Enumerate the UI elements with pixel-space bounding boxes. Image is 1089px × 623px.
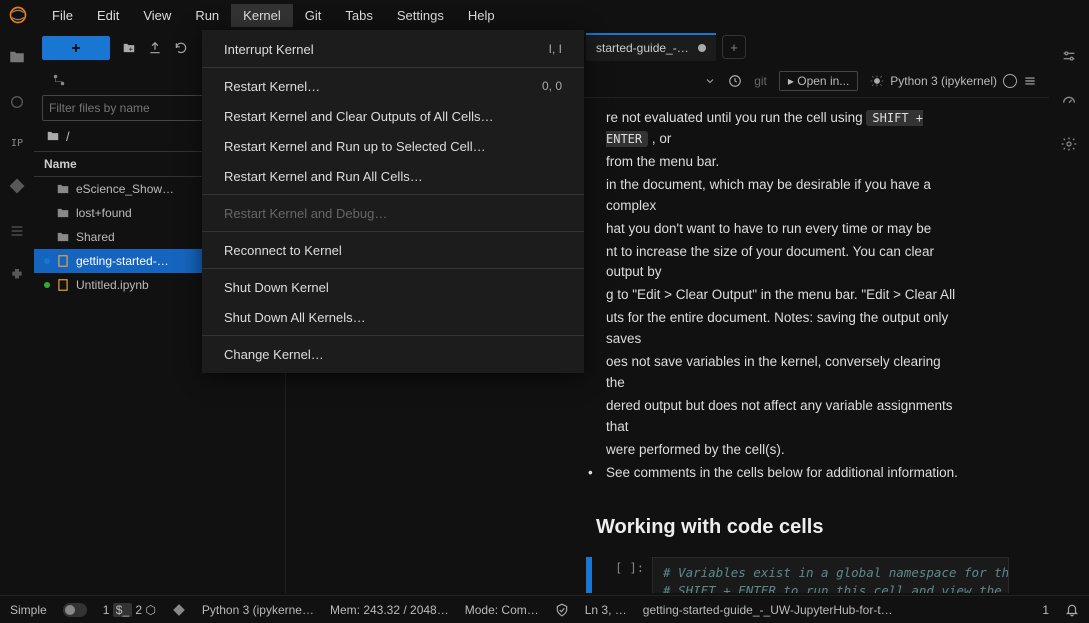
gauge-icon[interactable] [1061,92,1077,108]
main-menu: FileEditViewRunKernelGitTabsSettingsHelp [40,4,507,27]
bell-icon[interactable] [1065,603,1079,617]
menu-icon[interactable] [1023,74,1037,88]
chevron-down-icon[interactable] [704,75,716,87]
git-icon[interactable] [8,177,26,195]
new-folder-icon[interactable] [122,41,136,55]
new-tab-button[interactable]: + [722,35,746,59]
activity-bar-right [1049,30,1089,593]
gear-icon[interactable] [1061,136,1077,152]
notebook-tab[interactable]: started-guide_-_U [586,33,716,61]
menu-edit[interactable]: Edit [85,4,131,27]
kernel-menu-item[interactable]: Restart Kernel and Run up to Selected Ce… [202,131,584,161]
line-col[interactable]: Ln 3, … [585,603,627,617]
git-label[interactable]: git [754,74,767,88]
kernel-menu-item[interactable]: Interrupt KernelI, I [202,34,584,64]
extensions-icon[interactable] [9,267,25,283]
memory-status: Mem: 243.32 / 2048… [330,603,449,617]
file-path: getting-started-guide_-_UW-JupyterHub-fo… [643,603,893,617]
menu-view[interactable]: View [131,4,183,27]
git-branch-icon[interactable] [52,73,66,87]
notification-count[interactable]: 1 [1042,603,1049,617]
kernel-menu-item: Restart Kernel and Debug… [202,198,584,228]
kernel-menu-item[interactable]: Change Kernel… [202,339,584,369]
kernel-menu-item[interactable]: Restart Kernel…0, 0 [202,71,584,101]
jupyter-logo-icon [8,5,28,25]
git-status-icon[interactable] [172,603,186,617]
code-cell[interactable]: [ ]:# Variables exist in a global namesp… [586,557,1009,593]
upload-icon[interactable] [148,41,162,55]
mode-status: Mode: Com… [465,603,539,617]
menu-kernel[interactable]: Kernel [231,4,293,27]
refresh-icon[interactable] [174,41,188,55]
clock-icon[interactable] [728,74,742,88]
folder-icon[interactable] [8,48,26,66]
simple-toggle[interactable] [63,603,87,617]
shield-icon[interactable] [555,603,569,617]
code-cells: [ ]:# Variables exist in a global namesp… [286,557,1009,593]
simple-toggle-label: Simple [10,603,47,617]
kernel-status[interactable]: Python 3 (ipykerne… [202,603,314,617]
kernel-menu-item[interactable]: Shut Down Kernel [202,272,584,302]
ip-icon[interactable]: IP [11,138,23,149]
list-icon[interactable] [9,223,25,239]
status-bar: Simple 1 $_ 2 ⬡ Python 3 (ipykerne… Mem:… [0,595,1089,623]
tabs-count[interactable]: 1 $_ 2 ⬡ [103,603,156,617]
sliders-icon[interactable] [1061,48,1077,64]
open-in-button[interactable]: ▸ Open in... [779,71,858,91]
kernel-status-icon [1003,74,1017,88]
new-launcher-button[interactable] [42,36,110,60]
menu-settings[interactable]: Settings [385,4,456,27]
circle-icon[interactable] [9,94,25,110]
menu-tabs[interactable]: Tabs [333,4,384,27]
kernel-menu-dropdown: Interrupt KernelI, IRestart Kernel…0, 0R… [202,30,584,373]
kernel-menu-item[interactable]: Shut Down All Kernels… [202,302,584,332]
kernel-menu-item[interactable]: Restart Kernel and Clear Outputs of All … [202,101,584,131]
kernel-indicator[interactable]: Python 3 (ipykernel) [870,74,1037,88]
menu-file[interactable]: File [40,4,85,27]
menu-help[interactable]: Help [456,4,507,27]
menu-git[interactable]: Git [293,4,334,27]
kernel-menu-item[interactable]: Restart Kernel and Run All Cells… [202,161,584,191]
dirty-indicator-icon [698,44,706,52]
activity-bar-left: IP [0,30,34,593]
kernel-menu-item[interactable]: Reconnect to Kernel [202,235,584,265]
section-heading: Working with code cells [596,512,959,543]
folder-icon [46,129,60,143]
bug-icon [870,74,884,88]
menu-run[interactable]: Run [183,4,231,27]
